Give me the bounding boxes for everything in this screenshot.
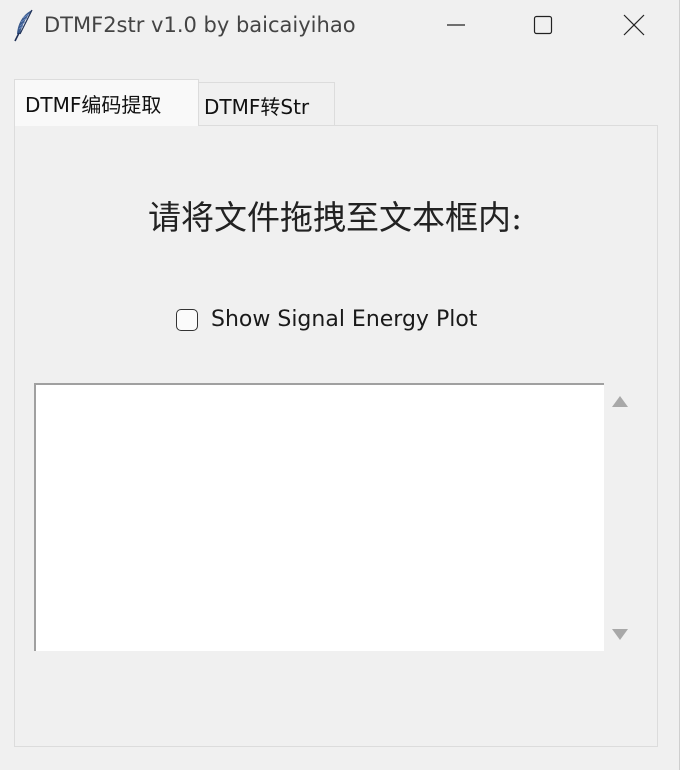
tab-dtmf-to-str[interactable]: DTMF转Str bbox=[199, 82, 335, 125]
title-bar[interactable]: DTMF2str v1.0 by baicaiyihao bbox=[0, 0, 680, 52]
file-drop-textarea[interactable] bbox=[34, 383, 604, 651]
close-icon bbox=[623, 14, 645, 36]
minimize-icon bbox=[447, 24, 465, 26]
instruction-label: 请将文件拖拽至文本框内: bbox=[147, 198, 523, 237]
maximize-button[interactable] bbox=[497, 0, 589, 50]
maximize-icon bbox=[533, 15, 553, 35]
close-button[interactable] bbox=[588, 0, 680, 50]
minimize-button[interactable] bbox=[410, 0, 502, 50]
show-energy-plot-checkbox[interactable]: Show Signal Energy Plot bbox=[176, 307, 477, 332]
checkbox-label[interactable]: Show Signal Energy Plot bbox=[211, 307, 477, 332]
app-window: DTMF2str v1.0 by baicaiyihao DTMF编码提取 DT… bbox=[0, 0, 680, 770]
window-title: DTMF2str v1.0 by baicaiyihao bbox=[44, 13, 356, 37]
feather-icon bbox=[14, 9, 33, 42]
tab-dtmf-extract[interactable]: DTMF编码提取 bbox=[14, 79, 199, 126]
scroll-up-arrow-icon[interactable] bbox=[610, 392, 630, 412]
scroll-down-arrow-icon[interactable] bbox=[610, 624, 630, 644]
checkbox-box[interactable] bbox=[176, 308, 198, 331]
